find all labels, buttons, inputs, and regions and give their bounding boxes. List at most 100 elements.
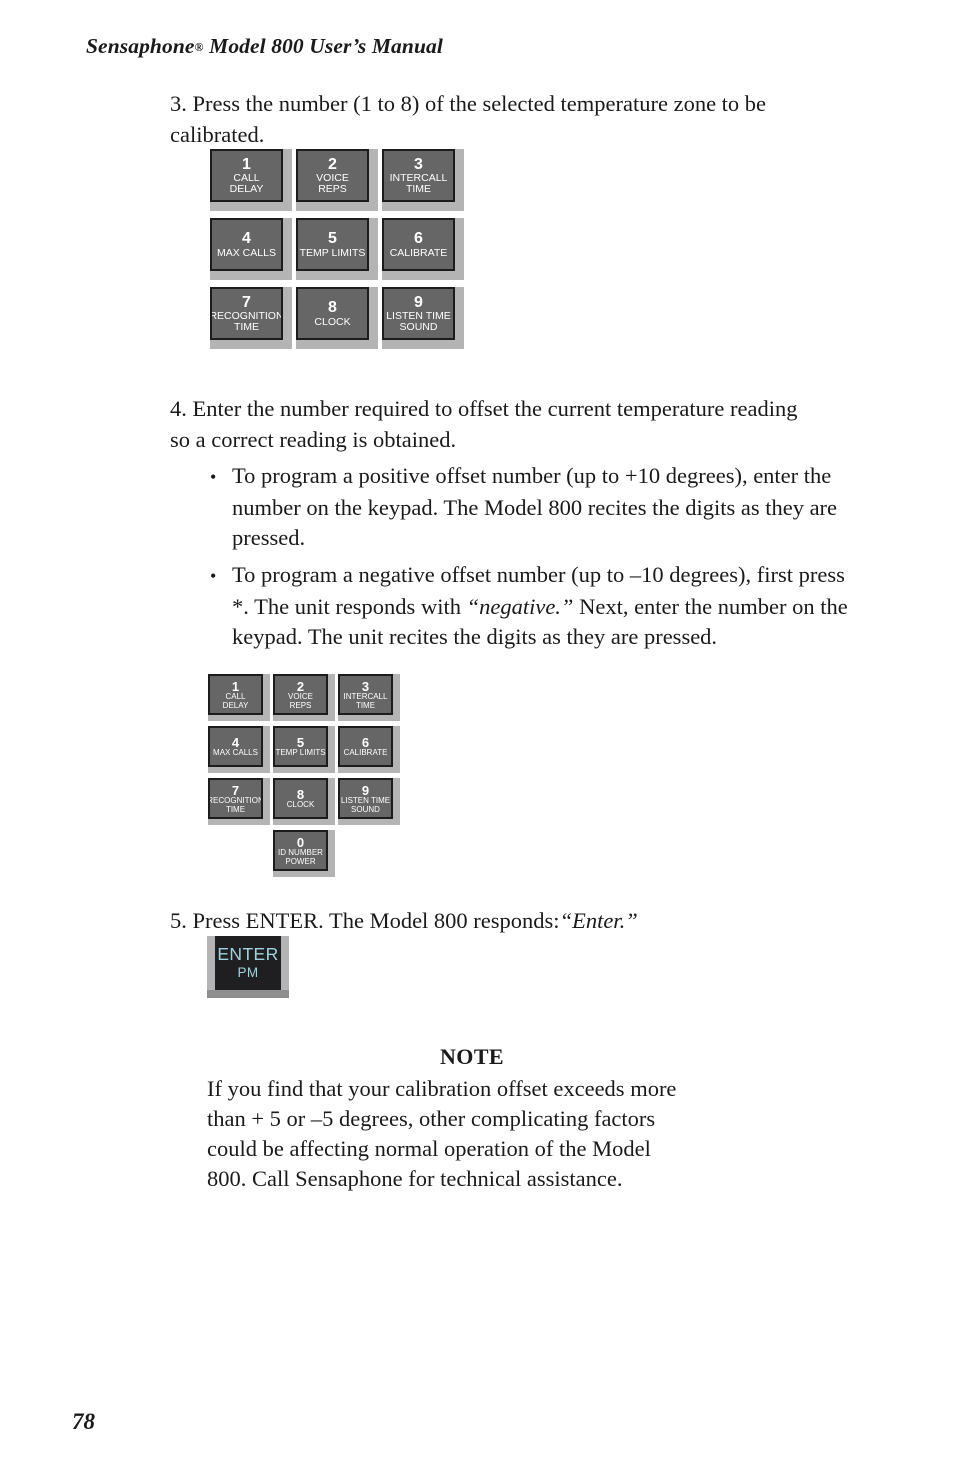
keypad-key-label: TIME [233,321,260,334]
keypad-key-3[interactable]: 3 INTERCALL TIME [382,149,464,211]
keypad-key-digit: 1 [242,155,251,173]
keypad-key-digit: 6 [361,735,370,751]
keypad-key-face-9[interactable]: 9 LISTEN TIME SOUND [382,287,455,340]
enter-key-label: ENTER [217,944,279,965]
keypad-row: 1 CALL DELAY 2 VOICE REPS 3 INTERCALL TIME [210,149,468,218]
note-block: NOTE If you find that your calibration o… [207,1042,737,1194]
keypad-key-label: DELAY [222,700,249,710]
note-line: 800. Call Sensaphone for technical assis… [207,1166,623,1191]
keypad-row: 4 MAX CALLS 5 TEMP LIMITS 6 CALIBRATE [210,218,468,287]
note-line: than + 5 or –5 degrees, other complicati… [207,1106,656,1131]
keypad-key-face-1[interactable]: 1 CALL DELAY [210,149,283,202]
keypad-key-label: TIME [225,804,246,814]
keypad-key-digit: 8 [296,787,305,803]
keypad-key-digit: 2 [296,678,305,694]
keypad-key-face-5[interactable]: 5 TEMP LIMITS [273,726,328,767]
bullet-item-positive-offset: • To program a positive offset number (up… [210,461,852,554]
keypad-row: 1 CALL DELAY 2 VOICE REPS 3 INTERCALL TIME [208,674,403,726]
keypad-key-label: SOUND [399,321,438,334]
keypad-row: 7 RECOGNITION TIME 8 CLOCK 9 LISTEN TIME SOUND [208,778,403,830]
keypad-key-2[interactable]: 2 VOICE REPS [296,149,378,211]
keypad-key-8[interactable]: 8 CLOCK [273,778,335,825]
bullet-item-negative-offset: • To program a negative offset number (up… [210,560,852,653]
keypad-key-face-4[interactable]: 4 MAX CALLS [208,726,263,767]
bullet-2-text-italic: “negative.” [466,593,574,619]
note-body: If you find that your calibration offset… [207,1074,737,1194]
page-header: Sensaphone® Model 800 User’s Manual [86,34,443,59]
keypad-key-face-8[interactable]: 8 CLOCK [273,778,328,819]
keypad-key-label: REPS [318,183,347,196]
enter-key[interactable]: ENTER PM [207,936,289,998]
note-title: NOTE [440,1044,504,1069]
keypad-key-digit: 7 [242,293,251,311]
keypad-key-digit: 8 [328,299,337,317]
keypad-key-label: POWER [285,856,316,866]
keypad-large[interactable]: 1 CALL DELAY 2 VOICE REPS 3 INTERCALL TIME 4 MAX C… [210,149,468,356]
keypad-key-face-1[interactable]: 1 CALL DELAY [208,674,263,715]
keypad-key-label: TIME [405,183,432,196]
keypad-row: 4 MAX CALLS 5 TEMP LIMITS 6 CALIBRATE [208,726,403,778]
keypad-key-3[interactable]: 3 INTERCALL TIME [338,674,400,721]
keypad-key-label: DELAY [229,183,264,196]
step-4-text: 4. Enter the number required to offset t… [170,396,798,452]
keypad-key-digit: 6 [414,230,423,248]
keypad-key-label: CLOCK [314,315,351,328]
keypad-key-1[interactable]: 1 CALL DELAY [210,149,292,211]
page-number: 78 [72,1409,95,1434]
keypad-key-face-4[interactable]: 4 MAX CALLS [210,218,283,271]
note-line: If you find that your calibration offset… [207,1076,677,1101]
keypad-key-digit: 5 [296,735,305,751]
keypad-key-digit: 9 [361,782,370,798]
keypad-key-label: TEMP LIMITS [299,246,366,259]
keypad-key-7[interactable]: 7 RECOGNITION TIME [210,287,292,349]
keypad-key-digit: 4 [242,230,251,248]
keypad-key-4[interactable]: 4 MAX CALLS [208,726,270,773]
enter-key-face[interactable]: ENTER PM [215,936,281,990]
keypad-key-face-6[interactable]: 6 CALIBRATE [338,726,393,767]
header-brand: Sensaphone [86,34,195,58]
keypad-key-digit: 1 [231,678,240,694]
keypad-key-face-3[interactable]: 3 INTERCALL TIME [382,149,455,202]
step-5-text-before: 5. Press ENTER. The Model 800 responds: [170,908,560,933]
keypad-key-face-2[interactable]: 2 VOICE REPS [273,674,328,715]
registered-trademark-icon: ® [194,40,204,54]
keypad-key-6[interactable]: 6 CALIBRATE [338,726,400,773]
keypad-key-face-7[interactable]: 7 RECOGNITION TIME [210,287,283,340]
keypad-key-1[interactable]: 1 CALL DELAY [208,674,270,721]
keypad-small[interactable]: 1 CALL DELAY 2 VOICE REPS 3 INTERCALL TIME 4 MAX C… [208,674,403,882]
keypad-key-face-8[interactable]: 8 CLOCK [296,287,369,340]
keypad-key-7[interactable]: 7 RECOGNITION TIME [208,778,270,825]
keypad-key-digit: 7 [231,782,240,798]
keypad-key-5[interactable]: 5 TEMP LIMITS [296,218,378,280]
keypad-key-2[interactable]: 2 VOICE REPS [273,674,335,721]
keypad-key-0[interactable]: 0 ID NUMBER POWER [273,830,335,877]
keypad-key-label: TIME [355,700,376,710]
keypad-key-label: MAX CALLS [213,748,258,758]
keypad-key-5[interactable]: 5 TEMP LIMITS [273,726,335,773]
bullet-glyph-icon: • [210,566,217,586]
keypad-key-face-3[interactable]: 3 INTERCALL TIME [338,674,393,715]
keypad-key-8[interactable]: 8 CLOCK [296,287,378,349]
enter-key-sublabel: PM [237,965,259,981]
keypad-key-face-0[interactable]: 0 ID NUMBER POWER [273,830,328,871]
keypad-key-label: CLOCK [286,800,315,810]
keypad-key-label: MAX CALLS [217,246,276,259]
keypad-row: 7 RECOGNITION TIME 8 CLOCK 9 LISTEN TIME SOUND [210,287,468,356]
step-5-text: 5. Press ENTER. The Model 800 responds:“… [170,905,870,936]
keypad-key-6[interactable]: 6 CALIBRATE [382,218,464,280]
keypad-key-face-2[interactable]: 2 VOICE REPS [296,149,369,202]
keypad-key-label: CALIBRATE [343,748,388,758]
note-line: could be affecting normal operation of t… [207,1136,651,1161]
enter-key-bevel-bottom [207,990,289,998]
keypad-key-label: TEMP LIMITS [275,748,326,758]
keypad-key-face-7[interactable]: 7 RECOGNITION TIME [208,778,263,819]
bullet-1-text: To program a positive offset number (up … [232,463,838,550]
keypad-key-face-6[interactable]: 6 CALIBRATE [382,218,455,271]
keypad-key-face-5[interactable]: 5 TEMP LIMITS [296,218,369,271]
keypad-key-label: REPS [289,700,312,710]
keypad-key-9[interactable]: 9 LISTEN TIME SOUND [338,778,400,825]
keypad-key-9[interactable]: 9 LISTEN TIME SOUND [382,287,464,349]
keypad-row: 0 ID NUMBER POWER [208,830,403,882]
keypad-key-4[interactable]: 4 MAX CALLS [210,218,292,280]
keypad-key-face-9[interactable]: 9 LISTEN TIME SOUND [338,778,393,819]
